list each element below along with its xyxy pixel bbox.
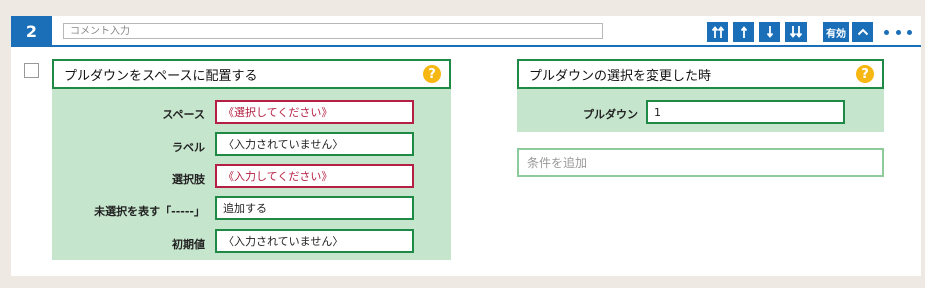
more-horizontal-icon [907, 29, 912, 35]
row-label-space: スペース [162, 108, 205, 121]
comment-input[interactable] [63, 23, 603, 39]
action-header: 2 有効 [11, 16, 921, 46]
row-label-choices: 選択肢 [172, 173, 205, 186]
question-circle-icon[interactable]: ? [423, 65, 441, 83]
action-panel: プルダウンをスペースに配置する ? スペース 《選択してください》 ラベル 〈入… [52, 59, 451, 260]
move-up-button[interactable] [733, 22, 754, 42]
more-horizontal-icon [884, 29, 889, 35]
arrow-down-icon [766, 26, 773, 38]
pulldown-field-select[interactable]: 1 [646, 100, 845, 124]
double-arrow-down-icon [789, 26, 803, 38]
initial-value-input[interactable]: 〈入力されていません〉 [215, 229, 414, 253]
row-label-pulldown: プルダウン [583, 108, 638, 121]
more-horizontal-icon [895, 29, 901, 35]
trigger-panel-title: プルダウンの選択を変更した時 [517, 59, 884, 89]
action-panel-title: プルダウンをスペースに配置する [52, 59, 451, 89]
trigger-panel: プルダウンの選択を変更した時 ? プルダウン 1 [517, 59, 884, 132]
collapse-button[interactable] [852, 22, 873, 42]
action-panel-title-text: プルダウンをスペースに配置する [64, 68, 258, 84]
move-bottom-button[interactable] [785, 22, 807, 42]
chevron-up-icon [857, 28, 868, 36]
add-condition-input[interactable]: 条件を追加 [517, 148, 884, 177]
double-arrow-up-icon [711, 26, 724, 38]
enabled-toggle-button[interactable]: 有効 [823, 22, 849, 42]
action-card: 2 有効 [11, 16, 921, 276]
label-input[interactable]: 〈入力されていません〉 [215, 132, 414, 156]
choices-input[interactable]: 《入力してください》 [215, 164, 414, 188]
arrow-up-icon [740, 26, 747, 38]
move-down-button[interactable] [759, 22, 780, 42]
row-label-label: ラベル [172, 141, 205, 154]
space-select[interactable]: 《選択してください》 [215, 100, 414, 124]
move-top-button[interactable] [707, 22, 728, 42]
select-checkbox[interactable] [24, 63, 39, 78]
header-divider [11, 45, 921, 47]
row-label-initial-value: 初期値 [172, 238, 205, 251]
unselected-option-select[interactable]: 追加する [215, 196, 414, 220]
action-number-badge: 2 [11, 16, 52, 46]
row-label-unselected: 未選択を表す「-----」 [94, 205, 205, 218]
question-circle-icon[interactable]: ? [856, 65, 874, 83]
trigger-panel-title-text: プルダウンの選択を変更した時 [529, 68, 712, 84]
more-options-button[interactable] [884, 22, 912, 42]
